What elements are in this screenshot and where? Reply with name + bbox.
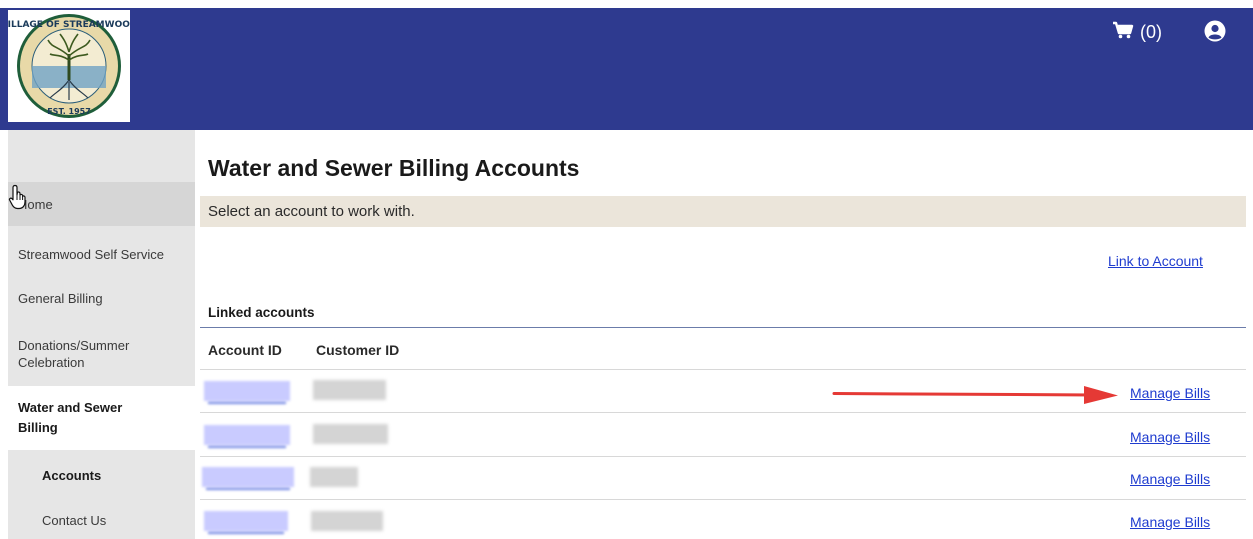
row-divider [200,369,1246,370]
sidebar-item-label: Contact Us [42,513,107,528]
sidebar-nav: Home Streamwood Self Service General Bil… [8,130,195,539]
top-strip [0,0,1253,8]
sidebar-item-label: Donations/Summer Celebration [18,338,130,370]
red-arrow-annotation [832,386,1118,404]
account-id-link-redacted[interactable] [204,381,290,404]
manage-bills-link[interactable]: Manage Bills [1130,429,1210,445]
column-header-customer-id: Customer ID [316,342,400,358]
customer-id-redacted [313,424,388,444]
row-divider [200,499,1246,500]
page-title: Water and Sewer Billing Accounts [208,155,580,181]
village-logo[interactable]: VILLAGE OF STREAMWOOD EST. 1957 [8,10,130,122]
logo-text-top: VILLAGE OF STREAMWOOD [8,20,130,30]
hand-cursor-icon [8,184,30,214]
customer-id-redacted [311,511,383,531]
cart-count: (0) [1140,22,1162,42]
sidebar-item-water-and-sewer-billing[interactable]: Water and Sewer Billing [8,386,195,450]
linked-accounts-heading: Linked accounts [208,305,315,320]
customer-id-redacted [310,467,358,487]
manage-bills-link[interactable]: Manage Bills [1130,385,1210,401]
manage-bills-link[interactable]: Manage Bills [1130,514,1210,530]
customer-id-redacted [313,380,386,400]
user-account-button[interactable] [1204,20,1226,46]
site-header: VILLAGE OF STREAMWOOD EST. 1957 (0) [0,8,1253,130]
sidebar-item-label: General Billing [18,290,103,306]
cart-button[interactable]: (0) [1112,21,1162,44]
section-divider [200,327,1246,328]
account-id-link-redacted[interactable] [204,511,288,534]
sidebar-item-streamwood-self-service[interactable]: Streamwood Self Service [8,232,195,276]
user-circle-icon [1204,20,1226,46]
link-to-account-link[interactable]: Link to Account [1108,253,1203,269]
manage-bills-link[interactable]: Manage Bills [1130,471,1210,487]
row-divider [200,412,1246,413]
account-id-link-redacted[interactable] [202,467,294,490]
account-id-link-redacted[interactable] [204,425,290,448]
sidebar-item-label: Water and Sewer Billing [18,400,123,435]
sidebar-item-label: Accounts [42,467,102,483]
logo-text-bottom: EST. 1957 [47,107,91,116]
cart-icon [1112,21,1134,44]
sidebar-item-accounts[interactable]: Accounts [8,450,195,500]
column-header-account-id: Account ID [208,342,282,358]
sidebar-item-donations[interactable]: Donations/Summer Celebration [8,324,195,384]
sidebar-item-home[interactable]: Home [8,182,195,226]
row-divider [200,456,1246,457]
instruction-banner: Select an account to work with. [200,196,1246,227]
sidebar-item-contact-us[interactable]: Contact Us [8,502,195,539]
sidebar-item-general-billing[interactable]: General Billing [8,276,195,320]
sidebar-item-label: Streamwood Self Service [18,246,164,262]
